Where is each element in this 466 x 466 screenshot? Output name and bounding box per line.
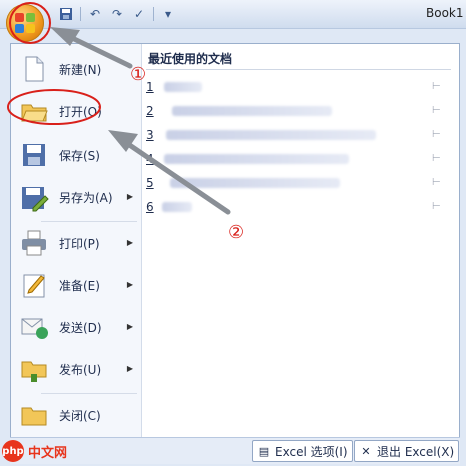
watermark: php 中文网: [2, 440, 67, 462]
menu-item-label: 新建(N): [59, 62, 102, 77]
annotation-marker-2: ②: [228, 222, 245, 243]
recent-doc-item[interactable]: 2 ⊢: [146, 102, 454, 120]
excel-options-label: Excel 选项(I): [275, 444, 348, 459]
recent-doc-name-blurred: [166, 130, 376, 140]
menu-item-publish[interactable]: 发布(U) ▶: [15, 350, 137, 388]
recent-doc-number: 6: [146, 200, 154, 214]
menu-item-print[interactable]: 打印(P) ▶: [15, 224, 137, 262]
menu-command-list: 新建(N) 打开(O) 保存(S) 另存为(A) ▶ 打印(P) ▶ 准备(E)…: [11, 44, 142, 438]
menu-item-send[interactable]: 发送(D) ▶: [15, 308, 137, 346]
title-bar: ↶ ↷ ✓ ▾ Book1: [0, 0, 466, 29]
office-logo-icon: [15, 13, 35, 33]
menu-item-label: 准备(E): [59, 278, 100, 293]
recent-doc-item[interactable]: 1 ⊢: [146, 78, 454, 96]
menu-item-new[interactable]: 新建(N): [15, 50, 137, 88]
save-icon[interactable]: [58, 6, 74, 22]
menu-item-label: 发送(D): [59, 320, 102, 335]
toolbar-separator: [80, 7, 81, 21]
menu-item-label: 发布(U): [59, 362, 102, 377]
workbook-title: Book1: [426, 6, 464, 20]
submenu-arrow-icon: ▶: [126, 192, 133, 201]
check-icon[interactable]: ✓: [131, 6, 147, 22]
publish-icon: [19, 354, 49, 384]
prepare-icon: [19, 270, 49, 300]
save-as-icon: [19, 182, 49, 212]
exit-excel-button[interactable]: ✕ 退出 Excel(X): [354, 440, 460, 462]
customize-qat-icon[interactable]: ▾: [160, 6, 176, 22]
menu-item-prepare[interactable]: 准备(E) ▶: [15, 266, 137, 304]
menu-item-save-as[interactable]: 另存为(A) ▶: [15, 178, 137, 216]
recent-documents-panel: 最近使用的文档 1 ⊢ 2 ⊢ 3 ⊢ 4 ⊢ 5 ⊢ 6 ⊢: [142, 44, 459, 438]
menu-item-label: 另存为(A): [59, 190, 113, 205]
pin-icon[interactable]: ⊢: [432, 105, 446, 116]
menu-item-label: 保存(S): [59, 148, 100, 163]
recent-doc-item[interactable]: 4 ⊢: [146, 150, 454, 168]
menu-footer: ▤ Excel 选项(I) ✕ 退出 Excel(X): [10, 437, 460, 464]
exit-excel-label: 退出 Excel(X): [377, 444, 455, 459]
pin-icon[interactable]: ⊢: [432, 153, 446, 164]
recent-doc-name-blurred: [162, 202, 192, 212]
menu-item-open[interactable]: 打开(O): [15, 92, 137, 130]
menu-item-label: 打印(P): [59, 236, 100, 251]
recent-doc-number: 3: [146, 128, 154, 142]
toolbar-separator: [153, 7, 154, 21]
annotation-marker-1: ①: [130, 64, 147, 85]
pin-icon[interactable]: ⊢: [432, 177, 446, 188]
recent-doc-item[interactable]: 6 ⊢: [146, 198, 454, 216]
submenu-arrow-icon: ▶: [126, 238, 133, 247]
new-document-icon: [19, 54, 49, 84]
redo-icon[interactable]: ↷: [109, 6, 125, 22]
menu-divider: [41, 393, 137, 394]
office-button[interactable]: [6, 4, 44, 42]
recent-doc-name-blurred: [172, 106, 332, 116]
menu-item-label: 打开(O): [59, 104, 102, 119]
recent-doc-item[interactable]: 5 ⊢: [146, 174, 454, 192]
close-x-icon: ✕: [361, 444, 371, 458]
close-folder-icon: [19, 400, 49, 430]
recent-doc-number: 5: [146, 176, 154, 190]
menu-item-close[interactable]: 关闭(C): [15, 396, 137, 434]
recent-doc-item[interactable]: 3 ⊢: [146, 126, 454, 144]
recent-doc-number: 2: [146, 104, 154, 118]
recent-doc-name-blurred: [164, 154, 349, 164]
submenu-arrow-icon: ▶: [126, 280, 133, 289]
recent-doc-number: 4: [146, 152, 154, 166]
recent-documents-heading: 最近使用的文档: [148, 52, 233, 66]
submenu-arrow-icon: ▶: [126, 364, 133, 373]
menu-item-save[interactable]: 保存(S): [15, 136, 137, 174]
heading-divider: [146, 69, 451, 70]
php-logo: php: [2, 440, 24, 462]
excel-options-button[interactable]: ▤ Excel 选项(I): [252, 440, 353, 462]
undo-icon[interactable]: ↶: [87, 6, 103, 22]
menu-item-label: 关闭(C): [59, 408, 101, 423]
quick-access-toolbar: ↶ ↷ ✓ ▾: [58, 6, 176, 22]
pin-icon[interactable]: ⊢: [432, 129, 446, 140]
pin-icon[interactable]: ⊢: [432, 81, 446, 92]
recent-doc-name-blurred: [164, 82, 202, 92]
pin-icon[interactable]: ⊢: [432, 201, 446, 212]
submenu-arrow-icon: ▶: [126, 322, 133, 331]
recent-doc-number: 1: [146, 80, 154, 94]
options-icon: ▤: [258, 444, 270, 458]
save-floppy-icon: [19, 140, 49, 170]
menu-divider: [41, 221, 137, 222]
print-icon: [19, 228, 49, 258]
send-icon: [19, 312, 49, 342]
open-folder-icon: [19, 96, 49, 126]
recent-doc-name-blurred: [170, 178, 340, 188]
watermark-text: 中文网: [28, 445, 68, 461]
